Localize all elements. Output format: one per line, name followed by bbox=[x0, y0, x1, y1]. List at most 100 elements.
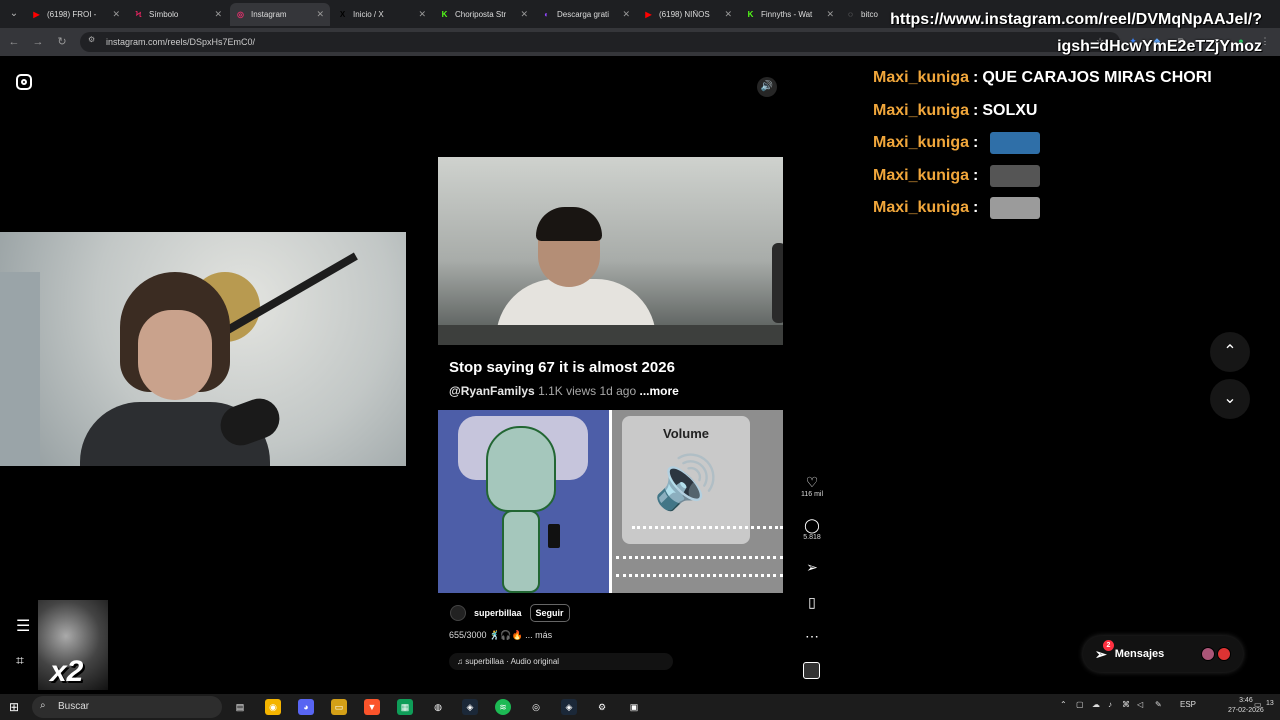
tab-close-icon[interactable]: ✕ bbox=[724, 9, 732, 20]
creator-avatar[interactable] bbox=[450, 605, 466, 621]
back-icon[interactable]: ← bbox=[6, 34, 22, 50]
app-icon[interactable]: ◎ bbox=[528, 699, 544, 715]
steam-icon[interactable]: ◈ bbox=[462, 699, 478, 715]
reel-views: 1.1K views bbox=[538, 384, 597, 398]
reel-video[interactable]: 🔊 Stop saying 67 it is almost 2026 @Ryan… bbox=[438, 69, 783, 682]
tab-close-icon[interactable]: ✕ bbox=[418, 9, 426, 20]
browser-tab[interactable]: ◐ Descarga grati ✕ bbox=[536, 3, 636, 26]
next-reel-button[interactable]: ⌄ bbox=[1210, 379, 1250, 419]
tab-close-icon[interactable]: ✕ bbox=[316, 9, 324, 20]
tab-label: Choriposta Str bbox=[455, 10, 507, 19]
reload-icon[interactable]: ↻ bbox=[54, 34, 70, 50]
chat-separator: : bbox=[973, 69, 979, 87]
search-icon: ⌕ bbox=[40, 700, 46, 711]
tab-label: Inicio / X bbox=[353, 10, 384, 19]
browser-tab[interactable]: ▶ (6198) FROI - ✕ bbox=[26, 3, 126, 26]
messages-button[interactable]: ➢ 2 Mensajes bbox=[1083, 636, 1243, 672]
browser-tab[interactable]: ▶ (6198) NIÑOS ✕ bbox=[638, 3, 738, 26]
microphone-icon[interactable]: ♪ bbox=[1108, 700, 1112, 709]
tab-label: Instagram bbox=[251, 10, 287, 19]
tab-close-icon[interactable]: ✕ bbox=[214, 9, 222, 20]
language-indicator[interactable]: ESP bbox=[1180, 700, 1196, 709]
browser-tab[interactable]: Ϟ Símbolo ✕ bbox=[128, 3, 228, 26]
reel-embedded-meta: @RyanFamilys 1.1K views 1d ago ...more bbox=[449, 384, 679, 398]
brave-icon[interactable]: ▼ bbox=[364, 699, 380, 715]
tab-close-icon[interactable]: ✕ bbox=[112, 9, 120, 20]
chat-emote bbox=[990, 164, 1041, 187]
pen-icon[interactable]: ✎ bbox=[1155, 700, 1162, 709]
mute-toggle-icon[interactable]: 🔊 bbox=[757, 77, 777, 97]
stream-url-overlay: https://www.instagram.com/reel/DVMqNpAAJ… bbox=[890, 6, 1262, 60]
screen: ⌄ ▶ (6198) FROI - ✕ Ϟ Símbolo ✕ ◎ Instagram ✕ X I… bbox=[0, 0, 1280, 720]
bookmark-icon: ▯ bbox=[808, 594, 816, 610]
tab-label: (6198) FROI - bbox=[47, 10, 97, 19]
tab-favicon-icon: X bbox=[339, 10, 346, 19]
like-count: 116 mil bbox=[800, 491, 824, 498]
tray-overflow-icon[interactable]: ⌃ bbox=[1060, 700, 1067, 709]
instagram-logo-icon[interactable] bbox=[16, 74, 32, 90]
share-button[interactable]: ➢ bbox=[800, 559, 824, 575]
chat-username: Maxi_kuniga bbox=[873, 69, 970, 87]
forward-icon[interactable]: → bbox=[30, 34, 46, 50]
previous-reel-button[interactable]: ⌃ bbox=[1210, 332, 1250, 372]
comment-count: 5.818 bbox=[803, 534, 821, 541]
chat-text: QUE CARAJOS MIRAS CHORI bbox=[982, 69, 1212, 87]
reel-caption[interactable]: 655/3000 🕺🎧🔥 ... más bbox=[449, 630, 552, 641]
reel-handle: @RyanFamilys bbox=[449, 384, 535, 398]
chat-username: Maxi_kuniga bbox=[873, 101, 970, 119]
browser-tab[interactable]: K Finnyths - Wat ✕ bbox=[740, 3, 840, 26]
messages-badge: 2 bbox=[1103, 639, 1114, 651]
notifications-icon[interactable]: ▭ bbox=[1254, 700, 1262, 709]
tray-icon[interactable]: ☁ bbox=[1092, 700, 1100, 709]
spotify-icon[interactable]: ≋ bbox=[495, 699, 511, 715]
store-icon[interactable]: ▦ bbox=[397, 699, 413, 715]
address-url: instagram.com/reels/DSpxHs7EmC0/ bbox=[106, 37, 256, 47]
network-icon[interactable]: ⌘ bbox=[1122, 700, 1130, 709]
save-button[interactable]: ▯ bbox=[800, 594, 824, 610]
tab-search-icon[interactable]: ⌄ bbox=[6, 6, 22, 22]
settings-icon[interactable]: ⚙ bbox=[594, 699, 610, 715]
app-icon[interactable]: ▣ bbox=[626, 699, 642, 715]
audio-thumbnail[interactable] bbox=[803, 662, 820, 679]
discord-icon[interactable]: ◕ bbox=[298, 699, 314, 715]
chat-separator: : bbox=[973, 101, 979, 119]
tab-close-icon[interactable]: ✕ bbox=[520, 9, 528, 20]
comment-icon: ◯ bbox=[804, 517, 820, 533]
streamer-webcam bbox=[0, 232, 406, 466]
reel-audio[interactable]: ♫ superbillaa · Audio original bbox=[449, 653, 673, 670]
browser-tab[interactable]: ◎ Instagram ✕ bbox=[230, 3, 330, 26]
follow-button[interactable]: Seguir bbox=[529, 604, 570, 622]
taskbar-search[interactable]: Buscar bbox=[32, 696, 222, 718]
more-apps-icon[interactable]: ⌗ bbox=[16, 652, 24, 669]
windows-start-icon[interactable]: ⊞ bbox=[9, 700, 23, 714]
obs-icon[interactable]: ◍ bbox=[430, 699, 446, 715]
tab-favicon-icon: K bbox=[441, 10, 448, 19]
chat-emote bbox=[990, 197, 1041, 220]
avatar bbox=[1201, 647, 1215, 661]
messenger-icon: ➢ 2 bbox=[1095, 639, 1114, 663]
tab-label: Descarga grati bbox=[557, 10, 610, 19]
tab-label: (6198) NIÑOS bbox=[659, 10, 710, 19]
comment-button[interactable]: ◯ 5.818 bbox=[800, 517, 824, 541]
tab-favicon-icon: ◎ bbox=[237, 10, 244, 19]
reel-creator: superbillaa Seguir bbox=[450, 603, 570, 623]
tray-icon[interactable]: ▢ bbox=[1076, 700, 1084, 709]
reel-embedded-title: Stop saying 67 it is almost 2026 bbox=[449, 359, 675, 376]
browser-tab[interactable]: K Choriposta Str ✕ bbox=[434, 3, 534, 26]
browser-tab[interactable]: X Inicio / X ✕ bbox=[332, 3, 432, 26]
folder-icon[interactable]: ▭ bbox=[331, 699, 347, 715]
tab-close-icon[interactable]: ✕ bbox=[826, 9, 834, 20]
hamburger-menu-icon[interactable]: ☰ bbox=[16, 616, 30, 636]
heart-icon: ♡ bbox=[805, 474, 819, 490]
tab-close-icon[interactable]: ✕ bbox=[622, 9, 630, 20]
like-button[interactable]: ♡ 116 mil bbox=[800, 474, 824, 498]
taskbar-search-placeholder: Buscar bbox=[58, 701, 90, 712]
site-info-icon[interactable]: ⚙ bbox=[88, 35, 95, 44]
creator-name[interactable]: superbillaa bbox=[474, 608, 522, 618]
volume-icon[interactable]: ◁ bbox=[1137, 700, 1143, 709]
chat-text: SOLXU bbox=[982, 101, 1038, 119]
chrome-icon[interactable]: ◉ bbox=[265, 699, 281, 715]
task-view-icon[interactable]: ▤ bbox=[232, 699, 248, 715]
steam-icon[interactable]: ◈ bbox=[561, 699, 577, 715]
more-options-button[interactable]: ⋯ bbox=[800, 628, 824, 644]
